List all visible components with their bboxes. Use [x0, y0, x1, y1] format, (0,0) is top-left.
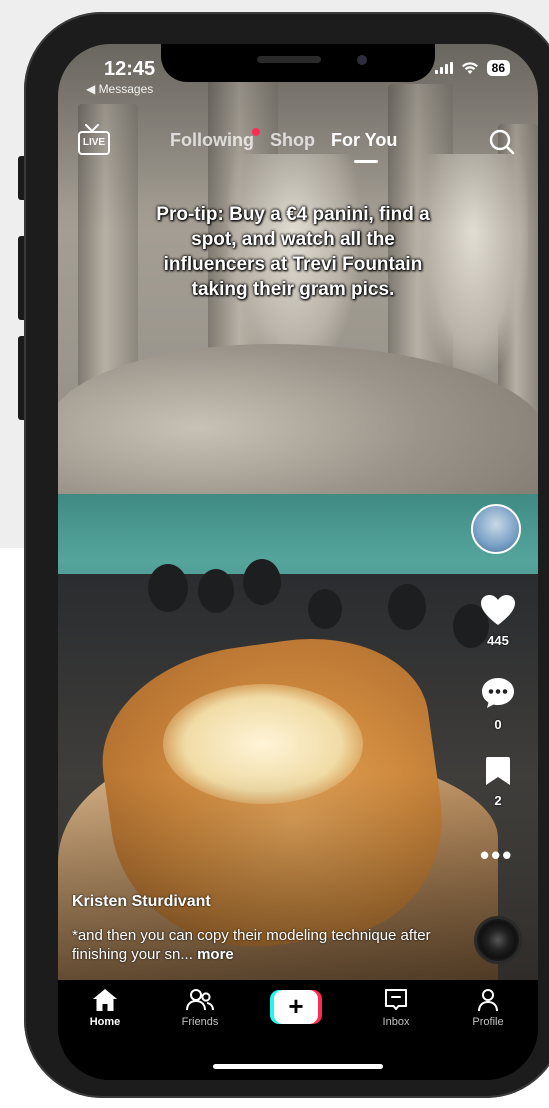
clock: 12:45	[104, 58, 156, 80]
video-description: *and then you can copy their modeling te…	[72, 926, 442, 964]
create-button[interactable]: +	[270, 990, 322, 1024]
tab-for-you-label: For You	[330, 130, 398, 150]
tab-following-label: Following	[170, 130, 254, 150]
tab-shop[interactable]: Shop	[270, 130, 315, 151]
more-options-icon[interactable]: •••	[480, 840, 513, 871]
live-label: LIVE	[78, 131, 110, 155]
nav-inbox-label: Inbox	[382, 1016, 410, 1028]
tab-shop-label: Shop	[269, 130, 315, 150]
nav-profile-label: Profile	[472, 1016, 504, 1028]
live-button[interactable]: LIVE	[78, 124, 110, 155]
comment-button[interactable]: 0	[478, 676, 518, 732]
nav-profile[interactable]: Profile	[453, 988, 523, 1028]
notch	[161, 44, 435, 82]
nav-inbox[interactable]: Inbox	[361, 988, 431, 1028]
more-link[interactable]: more	[197, 946, 234, 963]
active-tab-indicator	[353, 160, 378, 163]
friends-icon	[186, 989, 214, 1011]
comment-count: 0	[494, 717, 502, 732]
search-icon[interactable]	[488, 128, 516, 156]
wifi-icon	[461, 62, 478, 74]
cellular-signal-icon	[434, 62, 453, 74]
creator-avatar[interactable]	[471, 504, 521, 554]
feed-tabs: Following Shop For You	[170, 128, 398, 163]
video-shade	[58, 44, 538, 980]
front-camera	[357, 55, 367, 65]
like-button[interactable]: 445	[478, 594, 518, 648]
save-button[interactable]: 2	[478, 756, 518, 808]
back-to-messages-link[interactable]: ◀ Messages	[86, 82, 153, 96]
nav-friends-label: Friends	[181, 1016, 219, 1028]
notification-dot	[251, 128, 260, 136]
phone-screen: 12:45 ◀ Messages 86 LIVE Following Shop …	[58, 44, 538, 1080]
earpiece	[257, 56, 321, 63]
nav-home-label: Home	[89, 1016, 121, 1028]
video-player[interactable]	[58, 44, 538, 980]
nav-home[interactable]: Home	[70, 988, 140, 1028]
status-icons: 86	[434, 60, 510, 76]
inbox-icon	[385, 989, 407, 1010]
like-count: 445	[487, 633, 509, 648]
profile-icon	[478, 989, 498, 1012]
home-icon	[93, 989, 117, 1011]
creator-name[interactable]: Kristen Sturdivant	[72, 893, 211, 911]
tab-for-you[interactable]: For You	[330, 130, 398, 163]
heart-icon	[481, 595, 515, 625]
bookmark-icon	[486, 757, 510, 785]
tab-following[interactable]: Following	[170, 128, 260, 151]
nav-friends[interactable]: Friends	[165, 988, 235, 1028]
save-count: 2	[494, 793, 502, 808]
plus-icon: +	[274, 990, 318, 1024]
home-indicator[interactable]	[213, 1064, 383, 1069]
video-overlay-caption: Pro-tip: Buy a €4 panini, find a spot, a…	[156, 204, 430, 300]
battery-level: 86	[486, 60, 510, 76]
description-text: *and then you can copy their modeling te…	[72, 927, 431, 963]
sound-disc-icon[interactable]	[474, 916, 522, 964]
comment-icon	[482, 678, 514, 708]
